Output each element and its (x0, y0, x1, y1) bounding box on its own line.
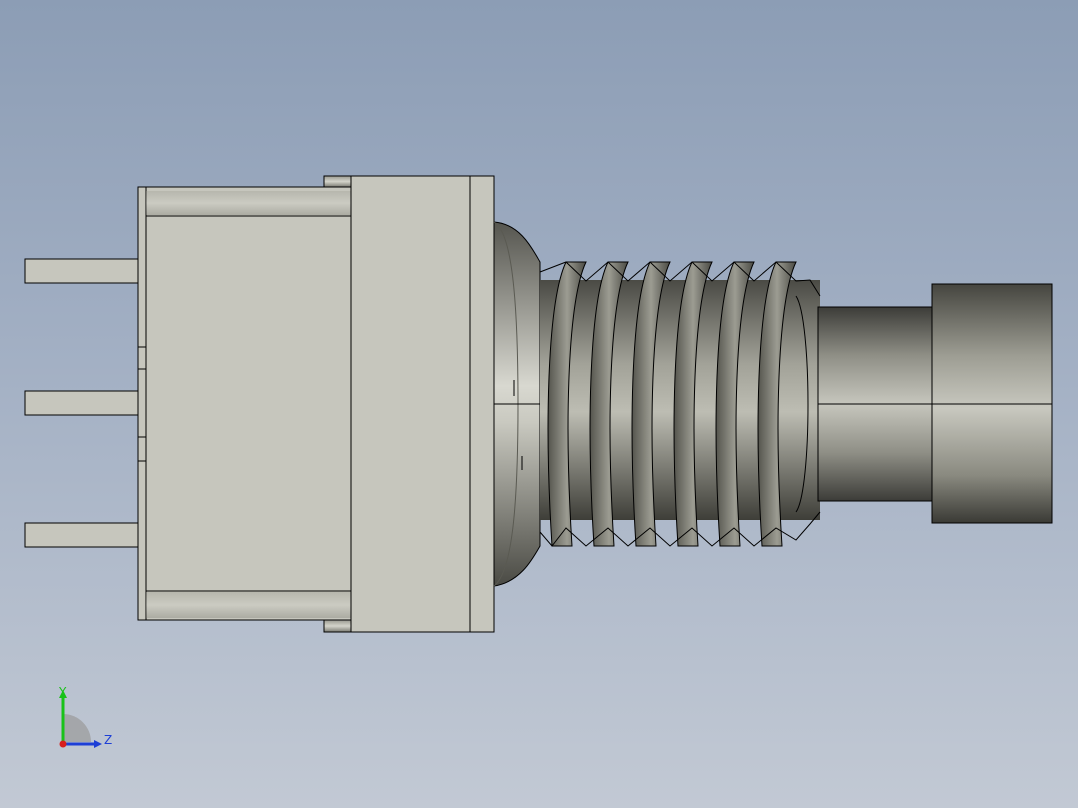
coordinate-triad: Y Z (58, 685, 112, 748)
terminal-pin-bottom (24, 522, 147, 548)
z-axis-arrow (94, 740, 102, 748)
threaded-shaft (539, 261, 821, 547)
z-axis-label: Z (104, 733, 112, 747)
terminal-pin-middle (24, 390, 147, 416)
actuator-stem (817, 306, 933, 502)
terminal-pin-top (24, 258, 147, 284)
dome-collar (493, 221, 541, 587)
rear-housing (137, 186, 352, 621)
3d-viewport[interactable]: Y Z (0, 0, 1078, 808)
x-axis-dot (59, 740, 67, 748)
actuator-cap (931, 283, 1053, 524)
model-view[interactable] (0, 0, 1078, 808)
terminal-pins (24, 258, 147, 548)
front-flange (350, 175, 495, 633)
y-axis-label: Y (58, 685, 67, 699)
triad-arc (63, 714, 91, 742)
